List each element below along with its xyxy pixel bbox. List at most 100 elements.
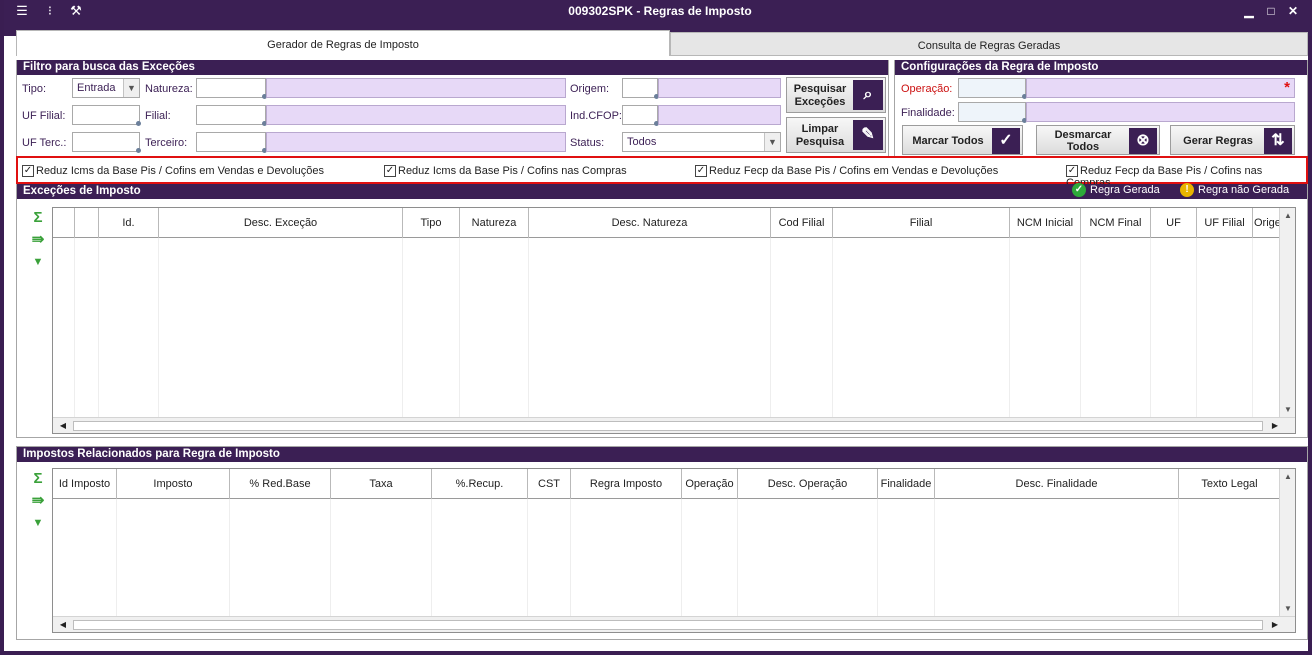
- tab-gerador[interactable]: Gerador de Regras de Imposto: [16, 30, 670, 56]
- impostos-grid[interactable]: Id Imposto Imposto % Red.Base Taxa %.Rec…: [52, 468, 1296, 633]
- column-header[interactable]: CST: [528, 469, 571, 499]
- column-header[interactable]: NCM Final: [1081, 208, 1151, 238]
- grid-line: [158, 238, 159, 418]
- scroll-thumb[interactable]: [73, 421, 1263, 431]
- grid-line: [1178, 499, 1179, 617]
- column-header[interactable]: Tipo: [403, 208, 460, 238]
- config-panel-title: Configurações da Regra de Imposto: [895, 60, 1307, 75]
- origem-code-input[interactable]: [622, 78, 659, 99]
- scroll-left-icon[interactable]: ◀: [55, 418, 71, 433]
- checkbox-box[interactable]: ✓: [1066, 165, 1078, 178]
- checkbox-box[interactable]: ✓: [384, 165, 396, 178]
- checkbox-label: Reduz Icms da Base Pis / Cofins em Venda…: [36, 165, 324, 177]
- column-header[interactable]: Desc. Natureza: [529, 208, 771, 238]
- horizontal-scrollbar[interactable]: ◀ ▶: [53, 417, 1295, 433]
- scroll-right-icon[interactable]: ▶: [1267, 617, 1283, 632]
- expand-icon[interactable]: ▼: [30, 254, 46, 270]
- status-value: Todos: [627, 136, 657, 148]
- column-header[interactable]: Operação: [682, 469, 738, 499]
- status-select[interactable]: Todos ▼: [622, 132, 781, 152]
- expand-icon[interactable]: ▼: [30, 515, 46, 531]
- column-header[interactable]: Id Imposto: [53, 469, 117, 499]
- desmarcar-todos-button[interactable]: Desmarcar Todos ⊗: [1036, 125, 1160, 155]
- filial-label: Filial:: [145, 110, 171, 122]
- grid-line: [1196, 238, 1197, 418]
- uf-terc-input[interactable]: [72, 132, 141, 153]
- column-header[interactable]: Desc. Operação: [738, 469, 878, 499]
- natureza-code-input[interactable]: [196, 78, 267, 99]
- scroll-down-icon[interactable]: ▼: [1280, 402, 1295, 418]
- scroll-up-icon[interactable]: ▲: [1280, 208, 1295, 224]
- excecoes-grid-header: Id. Desc. Exceção Tipo Natureza Desc. Na…: [53, 208, 1281, 238]
- tab-consulta[interactable]: Consulta de Regras Geradas: [670, 32, 1308, 56]
- column-header[interactable]: Id.: [99, 208, 159, 238]
- checkbox-icms-vendas[interactable]: ✓ Reduz Icms da Base Pis / Cofins em Vend…: [22, 165, 324, 179]
- export-icon[interactable]: ⇛: [30, 493, 46, 509]
- terceiro-code-input[interactable]: [196, 132, 267, 153]
- vertical-scrollbar[interactable]: ▲ ▼: [1279, 469, 1295, 617]
- desmarcar-line2: Todos: [1066, 141, 1100, 153]
- tipo-select[interactable]: Entrada ▼: [72, 78, 140, 98]
- export-icon[interactable]: ⇛: [30, 232, 46, 248]
- limpar-pesquisa-button[interactable]: Limpar Pesquisa ✎: [786, 117, 886, 153]
- scroll-up-icon[interactable]: ▲: [1280, 469, 1295, 485]
- legend-gerada-label: Regra Gerada: [1090, 183, 1160, 196]
- column-header[interactable]: Filial: [833, 208, 1010, 238]
- lookup-icon[interactable]: [136, 121, 141, 126]
- marcar-todos-button[interactable]: Marcar Todos ✓: [902, 125, 1023, 155]
- column-header[interactable]: % Red.Base: [230, 469, 331, 499]
- filter-panel-title: Filtro para busca das Exceções: [17, 60, 888, 75]
- checkbox-icms-compras[interactable]: ✓ Reduz Icms da Base Pis / Cofins nas Com…: [384, 165, 627, 179]
- check-shield-icon: ✓: [1072, 183, 1086, 197]
- checkbox-fecp-compras[interactable]: ✓Reduz Fecp da Base Pis / Cofins nas Com…: [1066, 165, 1306, 189]
- sigma-icon[interactable]: Σ: [30, 210, 46, 226]
- ind-cfop-label: Ind.CFOP:: [570, 110, 622, 122]
- checkbox-box[interactable]: ✓: [22, 165, 34, 178]
- scroll-left-icon[interactable]: ◀: [55, 617, 71, 632]
- chevron-down-icon[interactable]: ▼: [764, 133, 780, 151]
- checkbox-box[interactable]: ✓: [695, 165, 707, 178]
- checkbox-fecp-vendas[interactable]: ✓ Reduz Fecp da Base Pis / Cofins em Vend…: [695, 165, 998, 179]
- column-header[interactable]: Origem: [1253, 208, 1281, 238]
- vertical-scrollbar[interactable]: ▲ ▼: [1279, 208, 1295, 418]
- minimize-button[interactable]: ▁: [1240, 3, 1258, 19]
- pesquisar-line2: Exceções: [794, 96, 846, 108]
- column-header[interactable]: UF Filial: [1197, 208, 1253, 238]
- chevron-down-icon[interactable]: ▼: [123, 79, 139, 97]
- finalidade-code-input[interactable]: [958, 102, 1027, 123]
- column-header[interactable]: Texto Legal: [1179, 469, 1281, 499]
- grid-line: [681, 499, 682, 617]
- column-header[interactable]: Taxa: [331, 469, 432, 499]
- operacao-desc-field: *: [1026, 78, 1295, 98]
- column-header[interactable]: %.Recup.: [432, 469, 528, 499]
- cancel-circle-icon: ⊗: [1129, 128, 1157, 154]
- filial-code-input[interactable]: [196, 105, 267, 126]
- maximize-button[interactable]: □: [1262, 3, 1280, 19]
- sigma-icon[interactable]: Σ: [30, 471, 46, 487]
- column-header[interactable]: Desc. Finalidade: [935, 469, 1179, 499]
- column-header[interactable]: [75, 208, 99, 238]
- close-button[interactable]: ✕: [1284, 3, 1302, 19]
- column-header[interactable]: NCM Inicial: [1010, 208, 1081, 238]
- gerar-regras-button[interactable]: Gerar Regras ⇅: [1170, 125, 1295, 155]
- column-header[interactable]: UF: [1151, 208, 1197, 238]
- uf-filial-input[interactable]: [72, 105, 141, 126]
- column-header[interactable]: Regra Imposto: [571, 469, 682, 499]
- operacao-code-input[interactable]: [958, 78, 1027, 99]
- column-header[interactable]: Natureza: [460, 208, 529, 238]
- column-header[interactable]: Finalidade: [878, 469, 935, 499]
- lookup-icon[interactable]: [136, 148, 141, 153]
- pesquisar-excecoes-button[interactable]: Pesquisar Exceções ⌕: [786, 77, 886, 113]
- column-header[interactable]: [53, 208, 75, 238]
- scroll-right-icon[interactable]: ▶: [1267, 418, 1283, 433]
- column-header[interactable]: Cod Filial: [771, 208, 833, 238]
- options-checkbox-row: ✓ Reduz Icms da Base Pis / Cofins em Vend…: [16, 156, 1308, 189]
- column-header[interactable]: Desc. Exceção: [159, 208, 403, 238]
- ind-cfop-code-input[interactable]: [622, 105, 659, 126]
- column-header[interactable]: Imposto: [117, 469, 230, 499]
- grid-line: [459, 238, 460, 418]
- horizontal-scrollbar[interactable]: ◀ ▶: [53, 616, 1295, 632]
- scroll-down-icon[interactable]: ▼: [1280, 601, 1295, 617]
- scroll-thumb[interactable]: [73, 620, 1263, 630]
- excecoes-grid[interactable]: Id. Desc. Exceção Tipo Natureza Desc. Na…: [52, 207, 1296, 434]
